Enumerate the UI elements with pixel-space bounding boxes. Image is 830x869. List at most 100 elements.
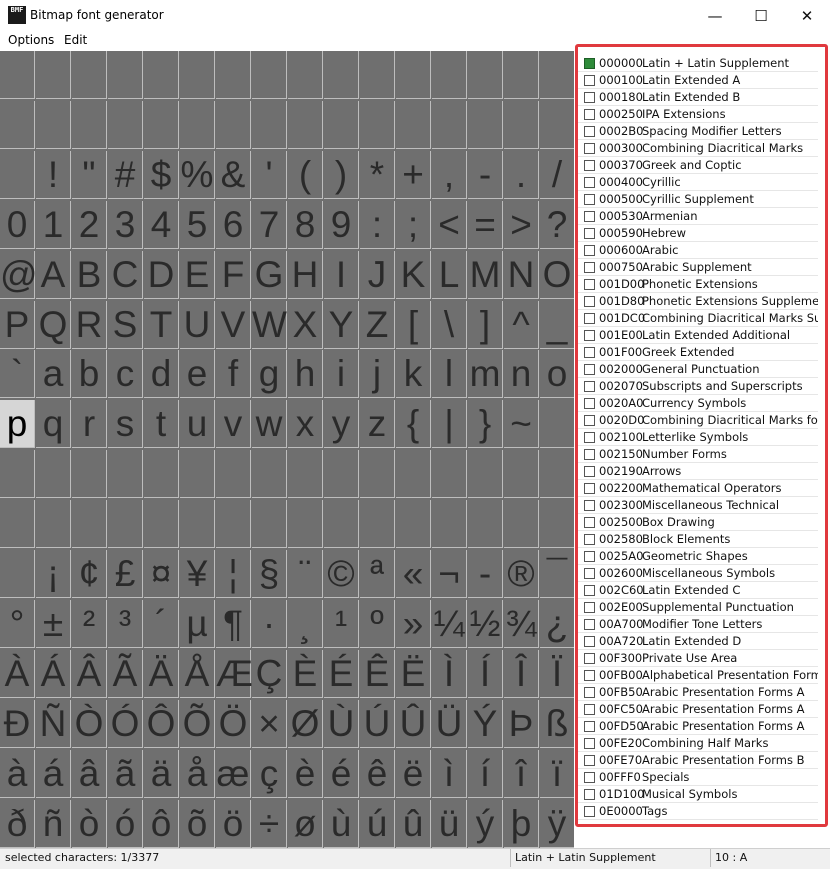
glyph-cell[interactable]: { (396, 400, 431, 448)
glyph-cell[interactable]: * (360, 151, 395, 199)
glyph-cell[interactable]: ¨ (288, 550, 323, 598)
glyph-cell[interactable]: ± (36, 600, 71, 648)
glyph-cell-unavailable[interactable] (504, 450, 539, 498)
glyph-cell[interactable]: X (288, 301, 323, 349)
glyph-cell[interactable]: O (540, 251, 574, 299)
glyph-cell[interactable]: ) (324, 151, 359, 199)
menu-edit[interactable]: Edit (64, 33, 87, 47)
glyph-cell[interactable]: ä (144, 750, 179, 798)
glyph-cell[interactable]: J (360, 251, 395, 299)
glyph-cell[interactable]: o (540, 350, 574, 398)
glyph-cell[interactable]: a (36, 350, 71, 398)
glyph-cell[interactable]: h (288, 350, 323, 398)
glyph-cell[interactable]: Z (360, 301, 395, 349)
block-checkbox[interactable] (584, 585, 595, 596)
block-checkbox[interactable] (584, 313, 595, 324)
block-list-item[interactable]: 00FE20 Combining Half Marks (578, 735, 818, 752)
block-checkbox[interactable] (584, 687, 595, 698)
glyph-cell[interactable]: ª (360, 550, 395, 598)
glyph-cell[interactable]: C (108, 251, 143, 299)
glyph-cell[interactable]: . (504, 151, 539, 199)
glyph-cell[interactable]: é (324, 750, 359, 798)
glyph-cell[interactable]: ò (72, 800, 107, 848)
glyph-cell[interactable]: Q (36, 301, 71, 349)
glyph-cell[interactable]: K (396, 251, 431, 299)
glyph-cell[interactable]: ; (396, 201, 431, 249)
glyph-cell[interactable]: } (468, 400, 503, 448)
block-list-item[interactable]: 002070 Subscripts and Superscripts (578, 378, 818, 395)
glyph-cell[interactable]: É (324, 650, 359, 698)
glyph-cell[interactable]: ] (468, 301, 503, 349)
glyph-cell-unavailable[interactable] (504, 51, 539, 99)
block-checkbox[interactable] (584, 755, 595, 766)
block-checkbox[interactable] (584, 143, 595, 154)
glyph-cell[interactable]: # (108, 151, 143, 199)
block-list-item[interactable]: 0025A0 Geometric Shapes (578, 548, 818, 565)
block-list-item[interactable]: 000180 Latin Extended B (578, 89, 818, 106)
block-checkbox[interactable] (584, 721, 595, 732)
block-checkbox[interactable] (584, 534, 595, 545)
glyph-cell-unavailable[interactable] (180, 450, 215, 498)
glyph-cell[interactable]: [ (396, 301, 431, 349)
glyph-cell[interactable]: n (504, 350, 539, 398)
glyph-cell[interactable]: ý (468, 800, 503, 848)
glyph-cell-unavailable[interactable] (468, 500, 503, 548)
glyph-cell-unavailable[interactable] (396, 51, 431, 99)
glyph-cell[interactable]: k (396, 350, 431, 398)
block-checkbox[interactable] (584, 551, 595, 562)
glyph-cell[interactable]: ³ (108, 600, 143, 648)
glyph-cell[interactable]: × (252, 700, 287, 748)
block-checkbox[interactable] (584, 483, 595, 494)
glyph-cell-unavailable[interactable] (216, 101, 251, 149)
block-checkbox[interactable] (584, 279, 595, 290)
block-checkbox[interactable] (584, 670, 595, 681)
block-list-item[interactable]: 000530 Armenian (578, 208, 818, 225)
glyph-cell[interactable]: _ (540, 301, 574, 349)
block-list-item[interactable]: 000600 Arabic (578, 242, 818, 259)
glyph-cell[interactable]: ß (540, 700, 574, 748)
block-checkbox[interactable] (584, 194, 595, 205)
glyph-cell[interactable]: · (252, 600, 287, 648)
block-list-item[interactable]: 000400 Cyrillic (578, 174, 818, 191)
glyph-cell[interactable]: D (144, 251, 179, 299)
glyph-cell-unavailable[interactable] (144, 101, 179, 149)
glyph-cell-unavailable[interactable] (540, 500, 574, 548)
glyph-cell[interactable]: N (504, 251, 539, 299)
block-checkbox[interactable] (584, 636, 595, 647)
block-checkbox[interactable] (584, 415, 595, 426)
glyph-cell-unavailable[interactable] (108, 101, 143, 149)
glyph-cell[interactable]: ¯ (540, 550, 574, 598)
glyph-cell[interactable]: ê (360, 750, 395, 798)
glyph-cell[interactable]: ° (0, 600, 35, 648)
glyph-cell[interactable]: x (288, 400, 323, 448)
glyph-cell[interactable]: Ù (324, 700, 359, 748)
block-list-item[interactable]: 00FC50 Arabic Presentation Forms A (578, 701, 818, 718)
glyph-cell[interactable]: ¿ (540, 600, 574, 648)
glyph-cell[interactable]: , (432, 151, 467, 199)
glyph-cell-unavailable[interactable] (432, 450, 467, 498)
block-list-item[interactable]: 00A700 Modifier Tone Letters (578, 616, 818, 633)
glyph-cell[interactable]: È (288, 650, 323, 698)
glyph-cell-unavailable[interactable] (288, 51, 323, 99)
glyph-cell[interactable]: y (324, 400, 359, 448)
glyph-cell-unavailable[interactable] (180, 500, 215, 548)
glyph-cell-unavailable[interactable] (252, 101, 287, 149)
glyph-cell[interactable]: ù (324, 800, 359, 848)
glyph-cell[interactable]: þ (504, 800, 539, 848)
block-list-item[interactable]: 002300 Miscellaneous Technical (578, 497, 818, 514)
block-checkbox[interactable] (584, 432, 595, 443)
glyph-cell[interactable]: ¢ (72, 550, 107, 598)
glyph-cell-unavailable[interactable] (252, 450, 287, 498)
glyph-cell[interactable]: I (324, 251, 359, 299)
glyph-cell[interactable]: / (540, 151, 574, 199)
maximize-button[interactable]: ☐ (738, 0, 784, 31)
glyph-cell[interactable]: Ú (360, 700, 395, 748)
glyph-cell-unavailable[interactable] (360, 500, 395, 548)
glyph-cell-unavailable[interactable] (36, 450, 71, 498)
block-list-item[interactable]: 0020D0 Combining Diacritical Marks for ..… (578, 412, 818, 429)
glyph-cell[interactable]: Î (504, 650, 539, 698)
block-list-item[interactable]: 002600 Miscellaneous Symbols (578, 565, 818, 582)
glyph-cell[interactable]: æ (216, 750, 251, 798)
glyph-cell[interactable]: ì (432, 750, 467, 798)
glyph-cell[interactable]: û (396, 800, 431, 848)
